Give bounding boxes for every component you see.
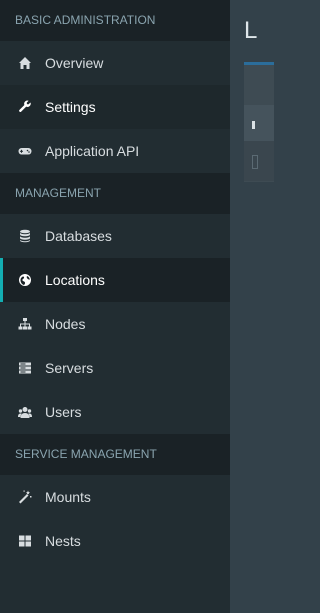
server-icon [18,361,32,375]
sidebar-item-label: Servers [45,360,94,376]
sidebar-item-settings[interactable]: Settings [0,85,230,129]
sidebar-item-servers[interactable]: Servers [0,346,230,390]
table-header-row [244,105,274,141]
sitemap-icon [18,317,32,331]
content-box [244,62,274,182]
sidebar: BASIC ADMINISTRATION Overview Settings A… [0,0,230,613]
sidebar-item-label: Users [45,404,82,420]
sidebar-item-label: Settings [45,99,96,115]
database-icon [18,229,32,243]
users-icon [18,405,32,419]
section-header-management: MANAGEMENT [0,173,230,214]
sidebar-item-label: Nodes [45,316,86,332]
sidebar-item-label: Overview [45,55,104,71]
sidebar-item-users[interactable]: Users [0,390,230,434]
main-content: L [230,0,320,613]
sidebar-item-overview[interactable]: Overview [0,41,230,85]
home-icon [18,56,32,70]
sidebar-item-locations[interactable]: Locations [0,258,230,302]
globe-icon [18,273,32,287]
section-header-basic-administration: BASIC ADMINISTRATION [0,0,230,41]
sidebar-item-label: Databases [45,228,112,244]
section-header-service-management: SERVICE MANAGEMENT [0,434,230,475]
sidebar-item-mounts[interactable]: Mounts [0,475,230,519]
sidebar-item-label: Application API [45,143,140,159]
sidebar-item-application-api[interactable]: Application API [0,129,230,173]
page-title: L [244,17,258,44]
row-badge [252,155,258,169]
magic-wand-icon [18,490,32,504]
sidebar-item-nodes[interactable]: Nodes [0,302,230,346]
sidebar-item-databases[interactable]: Databases [0,214,230,258]
sidebar-item-label: Nests [45,533,81,549]
gamepad-icon [18,144,32,158]
sidebar-item-label: Mounts [45,489,91,505]
th-large-icon [18,534,32,548]
table-row[interactable] [244,141,274,181]
table-header-text-fragment [252,121,255,129]
sidebar-item-label: Locations [45,272,105,288]
wrench-icon [18,100,32,114]
sidebar-item-nests[interactable]: Nests [0,519,230,563]
